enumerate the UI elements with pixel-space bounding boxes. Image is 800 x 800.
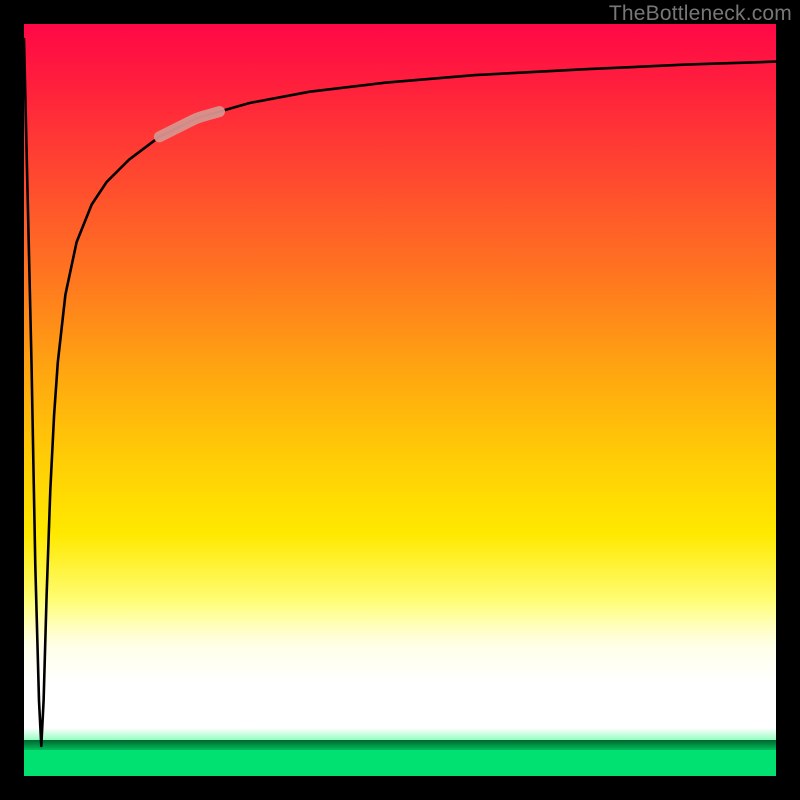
attribution-label: TheBottleneck.com (609, 2, 792, 26)
chart-frame: TheBottleneck.com (0, 0, 800, 800)
highlight-segment (159, 112, 219, 137)
bottleneck-curve (24, 24, 776, 776)
plot-area (24, 24, 776, 776)
